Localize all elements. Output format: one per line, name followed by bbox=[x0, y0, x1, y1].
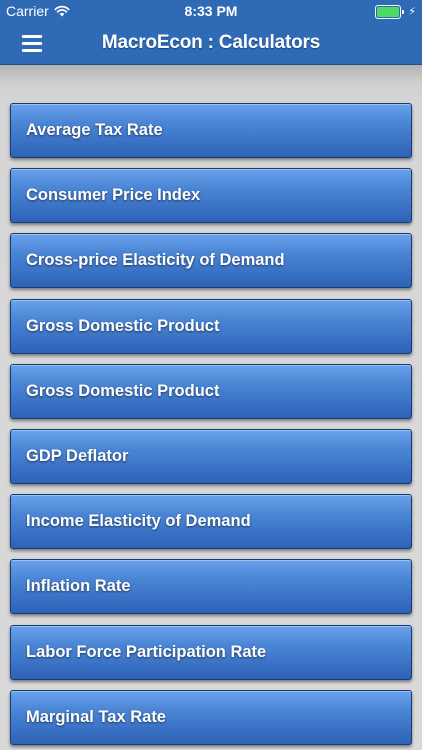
calculator-button-label: Inflation Rate bbox=[26, 577, 131, 596]
battery-icon bbox=[375, 5, 402, 19]
calculator-list-container[interactable]: Average Tax Rate Consumer Price Index Cros… bbox=[0, 65, 422, 750]
battery-level-fill bbox=[377, 7, 400, 17]
calculator-button-label: Gross Domestic Product bbox=[26, 316, 220, 335]
calculator-button[interactable]: Gross Domestic Product bbox=[10, 363, 412, 419]
navigation-bar: MacroEcon : Calculators bbox=[0, 22, 422, 65]
calculator-button-label: Labor Force Participation Rate bbox=[26, 642, 267, 661]
calculator-button[interactable]: Cross-price Elasticity of Demand bbox=[10, 233, 412, 289]
calculator-button-label: Marginal Tax Rate bbox=[26, 707, 166, 726]
calculator-button-label: Income Elasticity of Demand bbox=[26, 512, 251, 531]
calculator-button[interactable]: Marginal Tax Rate bbox=[10, 689, 412, 745]
calculator-button[interactable]: Consumer Price Index bbox=[10, 168, 412, 224]
calculator-button-label: Consumer Price Index bbox=[26, 186, 201, 205]
calculator-button-label: Cross-price Elasticity of Demand bbox=[26, 251, 285, 270]
battery-tip bbox=[402, 10, 405, 14]
battery-indicator: ⚡︎ bbox=[375, 5, 416, 19]
calculator-list: Average Tax Rate Consumer Price Index Cros… bbox=[10, 103, 412, 750]
calculator-button[interactable]: Labor Force Participation Rate bbox=[10, 624, 412, 680]
calculator-button-label: GDP Deflator bbox=[26, 446, 129, 465]
calculator-button[interactable]: GDP Deflator bbox=[10, 428, 412, 484]
calculator-button-label: Gross Domestic Product bbox=[26, 381, 220, 400]
status-bar: Carrier 8:33 PM ⚡︎ bbox=[0, 0, 422, 22]
calculator-button-label: Average Tax Rate bbox=[26, 121, 163, 139]
calculator-button[interactable]: Gross Domestic Product bbox=[10, 298, 412, 354]
calculator-button[interactable]: Income Elasticity of Demand bbox=[10, 494, 412, 550]
charging-bolt-icon: ⚡︎ bbox=[408, 5, 416, 18]
page-title: MacroEcon : Calculators bbox=[101, 32, 321, 53]
calculator-button[interactable]: Inflation Rate bbox=[10, 559, 412, 615]
calculator-button[interactable]: Average Tax Rate bbox=[10, 103, 412, 158]
status-time: 8:33 PM bbox=[184, 3, 238, 19]
